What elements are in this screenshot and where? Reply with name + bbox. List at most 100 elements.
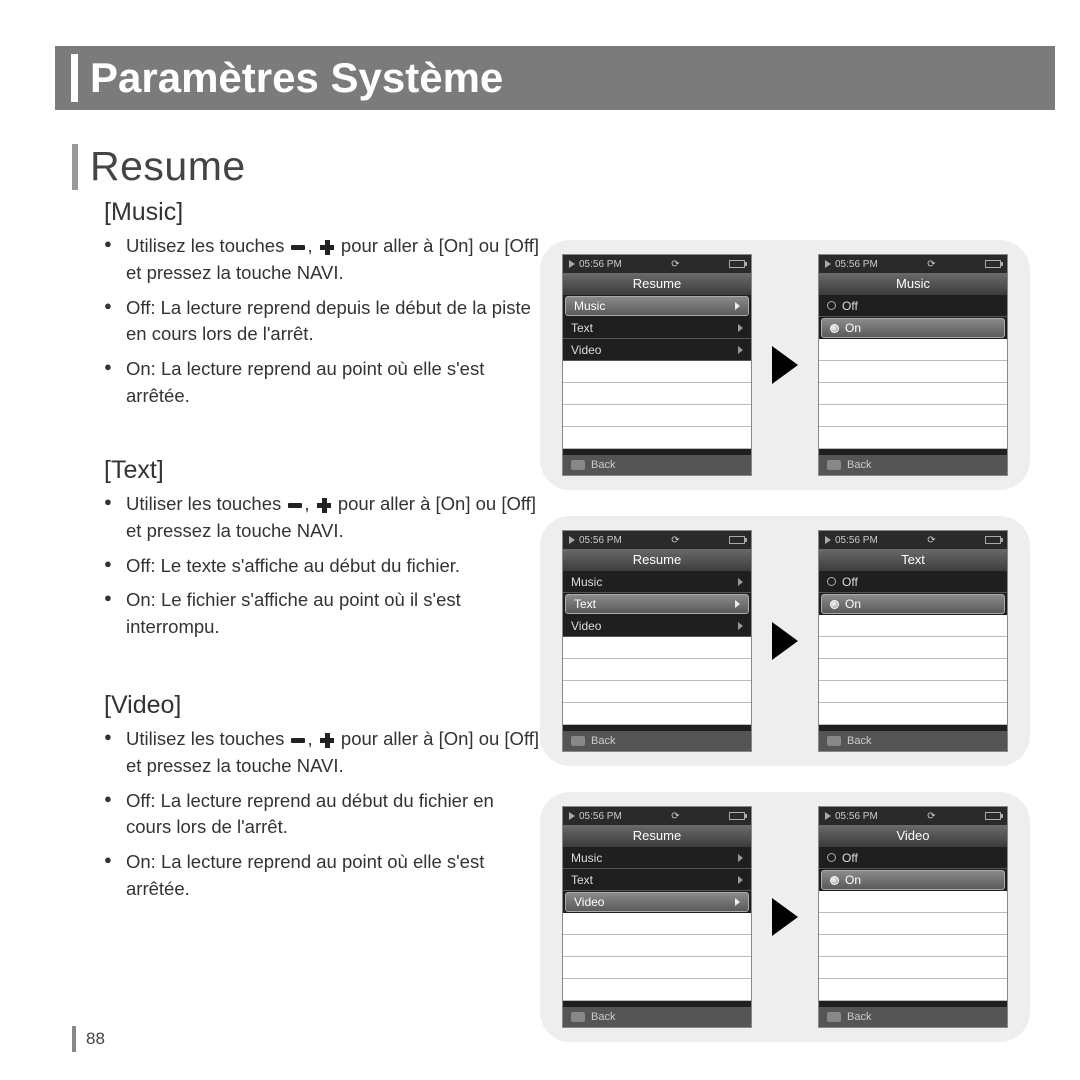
arrow-right-icon	[772, 346, 798, 384]
play-icon	[825, 260, 831, 268]
back-icon	[827, 1012, 841, 1022]
status-bar: 05:56 PM ⟳	[819, 531, 1007, 549]
screen-title: Resume	[563, 825, 751, 847]
menu-item-music[interactable]: Music	[563, 571, 751, 593]
device-screen-resume: 05:56 PM ⟳ Resume Music Text Video Back	[562, 530, 752, 752]
empty-row	[819, 405, 1007, 427]
bullet: Off: Le texte s'affiche au début du fich…	[104, 553, 544, 580]
menu-item-text[interactable]: Text	[565, 594, 749, 614]
empty-row	[819, 935, 1007, 957]
status-time: 05:56 PM	[835, 811, 878, 822]
option-on[interactable]: On	[821, 870, 1005, 890]
option-off[interactable]: Off	[819, 295, 1007, 317]
empty-row	[563, 659, 751, 681]
back-label: Back	[847, 1011, 871, 1023]
radio-icon	[830, 324, 839, 333]
footer-bar: Back	[563, 455, 751, 475]
plus-icon	[315, 498, 333, 512]
empty-row	[819, 891, 1007, 913]
screen-title: Music	[819, 273, 1007, 295]
battery-icon	[985, 536, 1001, 544]
menu-item-video[interactable]: Video	[563, 339, 751, 361]
empty-row	[819, 681, 1007, 703]
subsection-music: [Music] Utilisez les touches , pour alle…	[104, 198, 544, 410]
empty-row	[563, 405, 751, 427]
status-bar: 05:56 PM ⟳	[563, 807, 751, 825]
empty-row	[819, 339, 1007, 361]
empty-row	[563, 427, 751, 449]
footer-bar: Back	[819, 1007, 1007, 1027]
bullet: Utilisez les touches , pour aller à [On]…	[104, 233, 544, 287]
empty-row	[819, 427, 1007, 449]
header-title: Paramètres Système	[90, 54, 503, 102]
section-accent	[72, 144, 78, 190]
chevron-right-icon	[738, 578, 743, 586]
status-time: 05:56 PM	[579, 259, 622, 270]
bullet: Utilisez les touches , pour aller à [On]…	[104, 726, 544, 780]
empty-row	[563, 383, 751, 405]
radio-icon	[830, 876, 839, 885]
screen-title: Resume	[563, 273, 751, 295]
battery-icon	[985, 812, 1001, 820]
play-icon	[825, 812, 831, 820]
empty-row	[563, 637, 751, 659]
menu-item-text[interactable]: Text	[563, 317, 751, 339]
chevron-right-icon	[738, 876, 743, 884]
status-time: 05:56 PM	[579, 535, 622, 546]
radio-icon	[827, 853, 836, 862]
screen-title: Video	[819, 825, 1007, 847]
option-off[interactable]: Off	[819, 571, 1007, 593]
chevron-right-icon	[738, 324, 743, 332]
status-bar: 05:56 PM ⟳	[563, 531, 751, 549]
battery-icon	[729, 536, 745, 544]
back-label: Back	[591, 735, 615, 747]
plus-icon	[318, 240, 336, 254]
menu-item-text[interactable]: Text	[563, 869, 751, 891]
empty-row	[819, 913, 1007, 935]
bullet: Utiliser les touches , pour aller à [On]…	[104, 491, 544, 545]
header-bar: Paramètres Système	[55, 46, 1055, 110]
subsection-label: [Text]	[104, 456, 544, 485]
menu-item-music[interactable]: Music	[565, 296, 749, 316]
empty-row	[563, 979, 751, 1001]
menu-item-video[interactable]: Video	[565, 892, 749, 912]
device-screen-music-options: 05:56 PM ⟳ Music Off On Back	[818, 254, 1008, 476]
option-on[interactable]: On	[821, 318, 1005, 338]
status-bar: 05:56 PM ⟳	[819, 255, 1007, 273]
empty-row	[819, 979, 1007, 1001]
chevron-right-icon	[738, 346, 743, 354]
section-title-text: Resume	[90, 143, 246, 190]
back-label: Back	[847, 735, 871, 747]
bullet: Off: La lecture reprend depuis le début …	[104, 295, 544, 349]
option-off[interactable]: Off	[819, 847, 1007, 869]
radio-icon	[830, 600, 839, 609]
page-number-text: 88	[86, 1029, 105, 1049]
back-label: Back	[591, 1011, 615, 1023]
footer-bar: Back	[819, 731, 1007, 751]
subsections: [Music] Utilisez les touches , pour alle…	[104, 198, 544, 933]
screenshot-group-video: 05:56 PM ⟳ Resume Music Text Video Back …	[540, 792, 1030, 1042]
minus-icon	[289, 240, 307, 254]
page-accent	[72, 1026, 76, 1052]
empty-row	[563, 681, 751, 703]
device-screen-resume: 05:56 PM ⟳ Resume Music Text Video Back	[562, 806, 752, 1028]
status-bar: 05:56 PM ⟳	[563, 255, 751, 273]
empty-row	[819, 361, 1007, 383]
empty-row	[563, 361, 751, 383]
empty-row	[563, 935, 751, 957]
back-label: Back	[591, 459, 615, 471]
empty-row	[819, 615, 1007, 637]
footer-bar: Back	[563, 1007, 751, 1027]
radio-icon	[827, 577, 836, 586]
header-accent	[71, 54, 78, 102]
page-number: 88	[72, 1026, 105, 1052]
bullet: On: Le fichier s'affiche au point où il …	[104, 587, 544, 641]
play-icon	[825, 536, 831, 544]
chevron-right-icon	[735, 302, 740, 310]
empty-row	[563, 957, 751, 979]
menu-item-video[interactable]: Video	[563, 615, 751, 637]
menu-item-music[interactable]: Music	[563, 847, 751, 869]
chevron-right-icon	[738, 622, 743, 630]
option-on[interactable]: On	[821, 594, 1005, 614]
plus-icon	[318, 733, 336, 747]
